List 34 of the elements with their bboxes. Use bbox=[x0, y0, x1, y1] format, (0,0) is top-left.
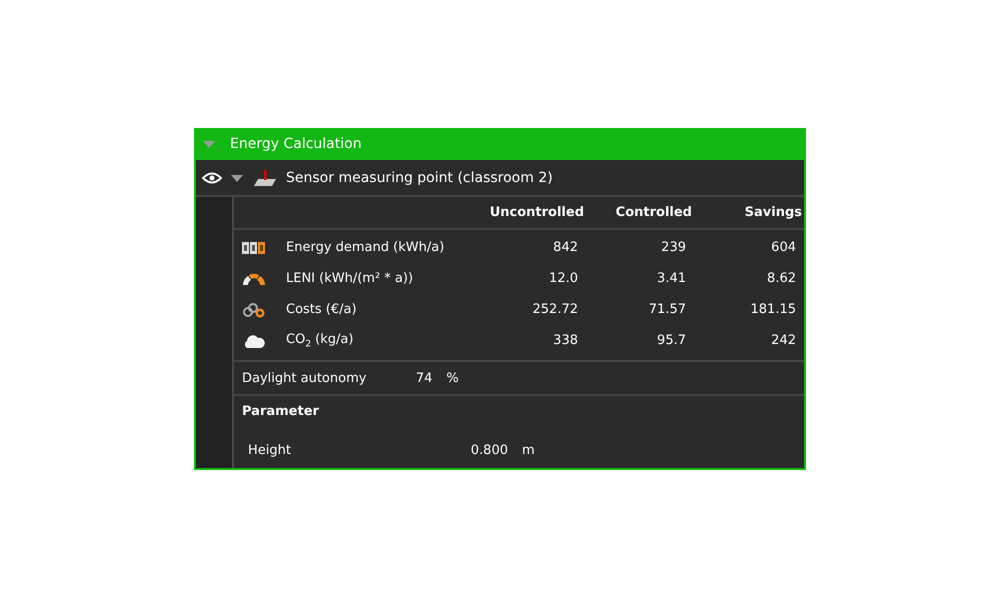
sensor-icon bbox=[252, 168, 278, 186]
row-label: LENI (kWh/(m² * a)) bbox=[286, 271, 414, 286]
table-cell-text: 3.41 bbox=[656, 271, 687, 286]
table-cell-text: 12.0 bbox=[548, 271, 579, 286]
section-title: Parameter bbox=[241, 403, 320, 421]
table-cell-text: 95.7 bbox=[656, 333, 687, 348]
parameter-unit: m bbox=[522, 442, 535, 458]
table-cell-text: 239 bbox=[660, 240, 687, 255]
table-cell-text: 181.15 bbox=[750, 302, 797, 317]
parameter-label: Height bbox=[248, 442, 292, 458]
table-cell-text: 71.57 bbox=[648, 302, 687, 317]
table-cell-text: 242 bbox=[770, 333, 797, 348]
cloud-icon bbox=[242, 332, 266, 348]
daylight-label: Daylight autonomy bbox=[242, 370, 366, 386]
table-cell-text: 338 bbox=[552, 333, 579, 348]
object-name[interactable]: Sensor measuring point (classroom 2) bbox=[286, 170, 553, 186]
column-header: Controlled bbox=[614, 205, 692, 220]
daylight-value: 74 bbox=[414, 370, 432, 386]
table-cell-text: 252.72 bbox=[532, 302, 579, 317]
daylight-unit: % bbox=[446, 370, 459, 386]
row-label: Energy demand (kWh/a) bbox=[286, 240, 446, 255]
meter-icon bbox=[242, 240, 266, 254]
table-cell-text: 842 bbox=[552, 240, 579, 255]
gauge-icon bbox=[242, 272, 266, 286]
table-cell-text: 8.62 bbox=[766, 271, 797, 286]
column-header: Savings bbox=[744, 205, 802, 220]
coins-icon bbox=[242, 302, 266, 318]
row-label: Costs (€/a) bbox=[286, 302, 358, 317]
eye-icon[interactable] bbox=[202, 172, 222, 184]
row-label: CO$_{2}$ (kg/a) bbox=[286, 332, 354, 350]
caret-icon[interactable] bbox=[230, 172, 244, 182]
table-cell-text: 604 bbox=[770, 240, 797, 255]
column-header: Uncontrolled bbox=[488, 205, 584, 220]
parameter-value[interactable]: 0.800 bbox=[358, 442, 508, 458]
